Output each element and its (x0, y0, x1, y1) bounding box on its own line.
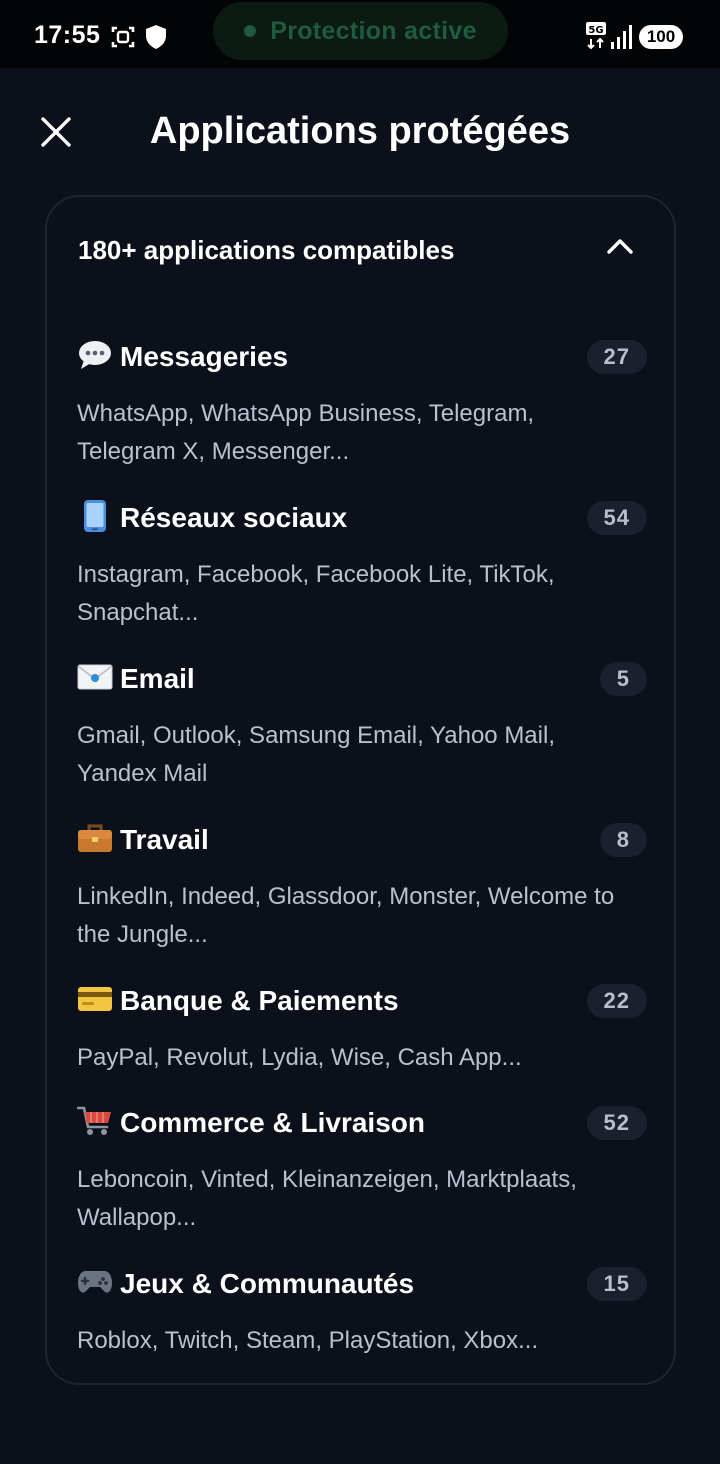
count-badge: 27 (586, 340, 647, 374)
category-apps: Roblox, Twitch, Steam, PlayStation, Xbox… (77, 1327, 539, 1354)
category-banque-paiements[interactable]: Banque & Paiements 22 PayPal, Revolut, L… (77, 979, 647, 1077)
envelope-icon (77, 661, 113, 693)
category-name: Banque & Paiements (120, 985, 399, 1016)
protection-status-pill[interactable]: Protection active (213, 2, 508, 60)
category-name: Réseaux sociaux (120, 502, 348, 533)
category-apps: LinkedIn, Indeed, Glassdoor, Monster, We… (77, 883, 615, 948)
briefcase-icon (77, 822, 113, 854)
category-jeux-communautes[interactable]: Jeux & Communautés 15 Roblox, Twitch, St… (77, 1262, 647, 1360)
network-5g-icon: 5G (586, 22, 610, 55)
protection-status-label: Protection active (270, 16, 477, 45)
category-name: Travail (120, 824, 209, 855)
category-messageries[interactable]: Messageries 27 WhatsApp, WhatsApp Busine… (77, 335, 647, 471)
mobile-phone-icon (77, 500, 113, 532)
status-bar: 17:55 Protection active 5G 100 (0, 0, 720, 68)
screenshot-icon (110, 24, 136, 55)
count-badge: 8 (599, 823, 647, 857)
category-name: Commerce & Livraison (120, 1107, 425, 1138)
count-badge: 54 (586, 501, 647, 535)
count-badge: 52 (586, 1106, 647, 1140)
category-apps: PayPal, Revolut, Lydia, Wise, Cash App..… (77, 1044, 522, 1071)
category-apps: Gmail, Outlook, Samsung Email, Yahoo Mai… (77, 722, 555, 787)
card-header-toggle[interactable]: 180+ applications compatibles (47, 197, 674, 305)
category-name: Jeux & Communautés (120, 1268, 415, 1299)
count-badge: 22 (586, 984, 647, 1018)
shopping-cart-icon (77, 1105, 113, 1137)
compatible-apps-card: 180+ applications compatibles Messagerie… (45, 195, 676, 1385)
category-apps: WhatsApp, WhatsApp Business, Telegram, T… (77, 400, 535, 465)
category-name: Messageries (120, 341, 289, 372)
category-travail[interactable]: Travail 8 LinkedIn, Indeed, Glassdoor, M… (77, 818, 647, 954)
category-email[interactable]: Email 5 Gmail, Outlook, Samsung Email, Y… (77, 657, 647, 793)
category-name: Email (120, 663, 195, 694)
shield-icon (145, 24, 167, 55)
svg-text:5G: 5G (588, 25, 603, 36)
game-controller-icon (77, 1266, 113, 1298)
count-badge: 15 (586, 1267, 647, 1301)
page-header: Applications protégées (0, 100, 720, 166)
status-dot-icon (244, 25, 257, 37)
count-badge: 5 (599, 662, 647, 696)
signal-icon (611, 25, 633, 54)
chevron-up-icon (607, 239, 633, 254)
status-time: 17:55 (34, 21, 101, 49)
category-reseaux-sociaux[interactable]: Réseaux sociaux 54 Instagram, Facebook, … (77, 496, 647, 632)
page-title: Applications protégées (149, 110, 571, 152)
card-title: 180+ applications compatibles (78, 235, 455, 265)
speech-bubble-icon (77, 339, 113, 371)
category-commerce-livraison[interactable]: Commerce & Livraison 52 Leboncoin, Vinte… (77, 1101, 647, 1237)
credit-card-icon (77, 983, 113, 1015)
battery-indicator: 100 (639, 25, 683, 49)
category-apps: Instagram, Facebook, Facebook Lite, TikT… (77, 561, 555, 626)
category-apps: Leboncoin, Vinted, Kleinanzeigen, Marktp… (77, 1166, 577, 1231)
